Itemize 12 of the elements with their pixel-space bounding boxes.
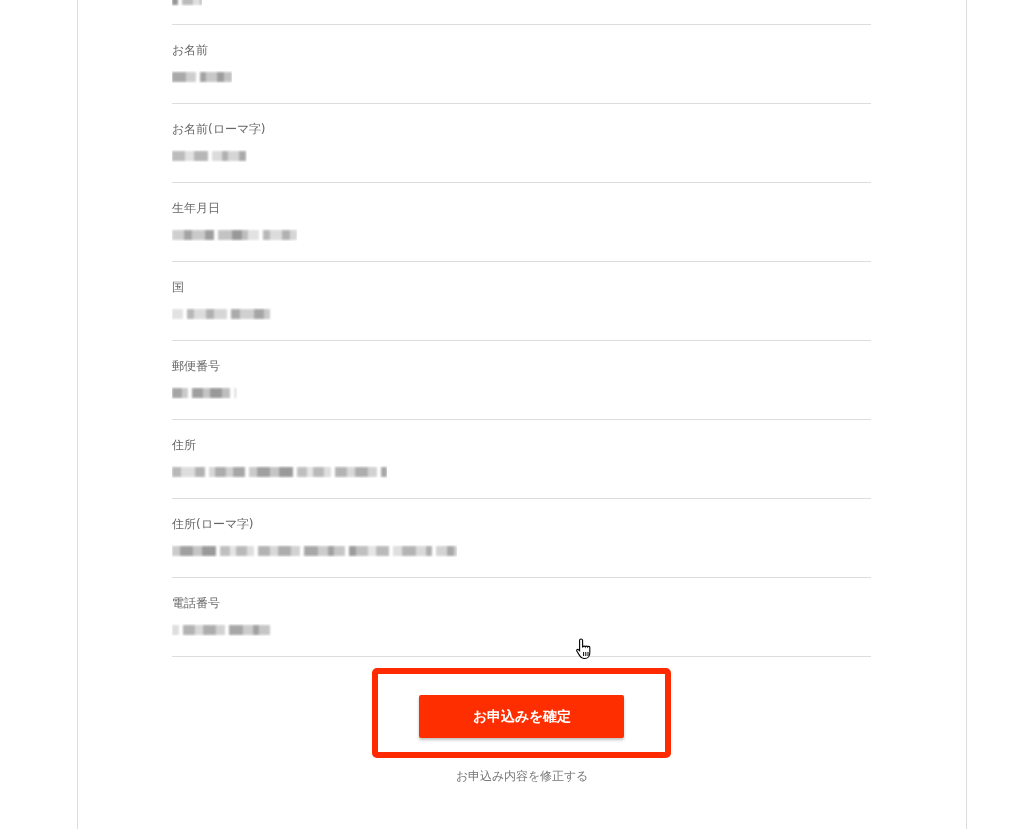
field-label: 国 [172,279,185,295]
edit-link[interactable]: お申込み内容を修正する [455,768,588,785]
field-label: 生年月日 [172,200,221,216]
field-label: 電話番号 [172,595,221,611]
field-label: お名前 [172,42,209,58]
redacted-value [172,71,232,83]
field-label: 住所(ローマ字) [172,516,255,532]
confirm-button[interactable]: お申込みを確定 [419,695,624,738]
field-label: お名前(ローマ字) [172,121,267,137]
redacted-value [172,387,237,399]
field-label: 住所 [172,437,197,453]
field-label: 郵便番号 [172,358,221,374]
